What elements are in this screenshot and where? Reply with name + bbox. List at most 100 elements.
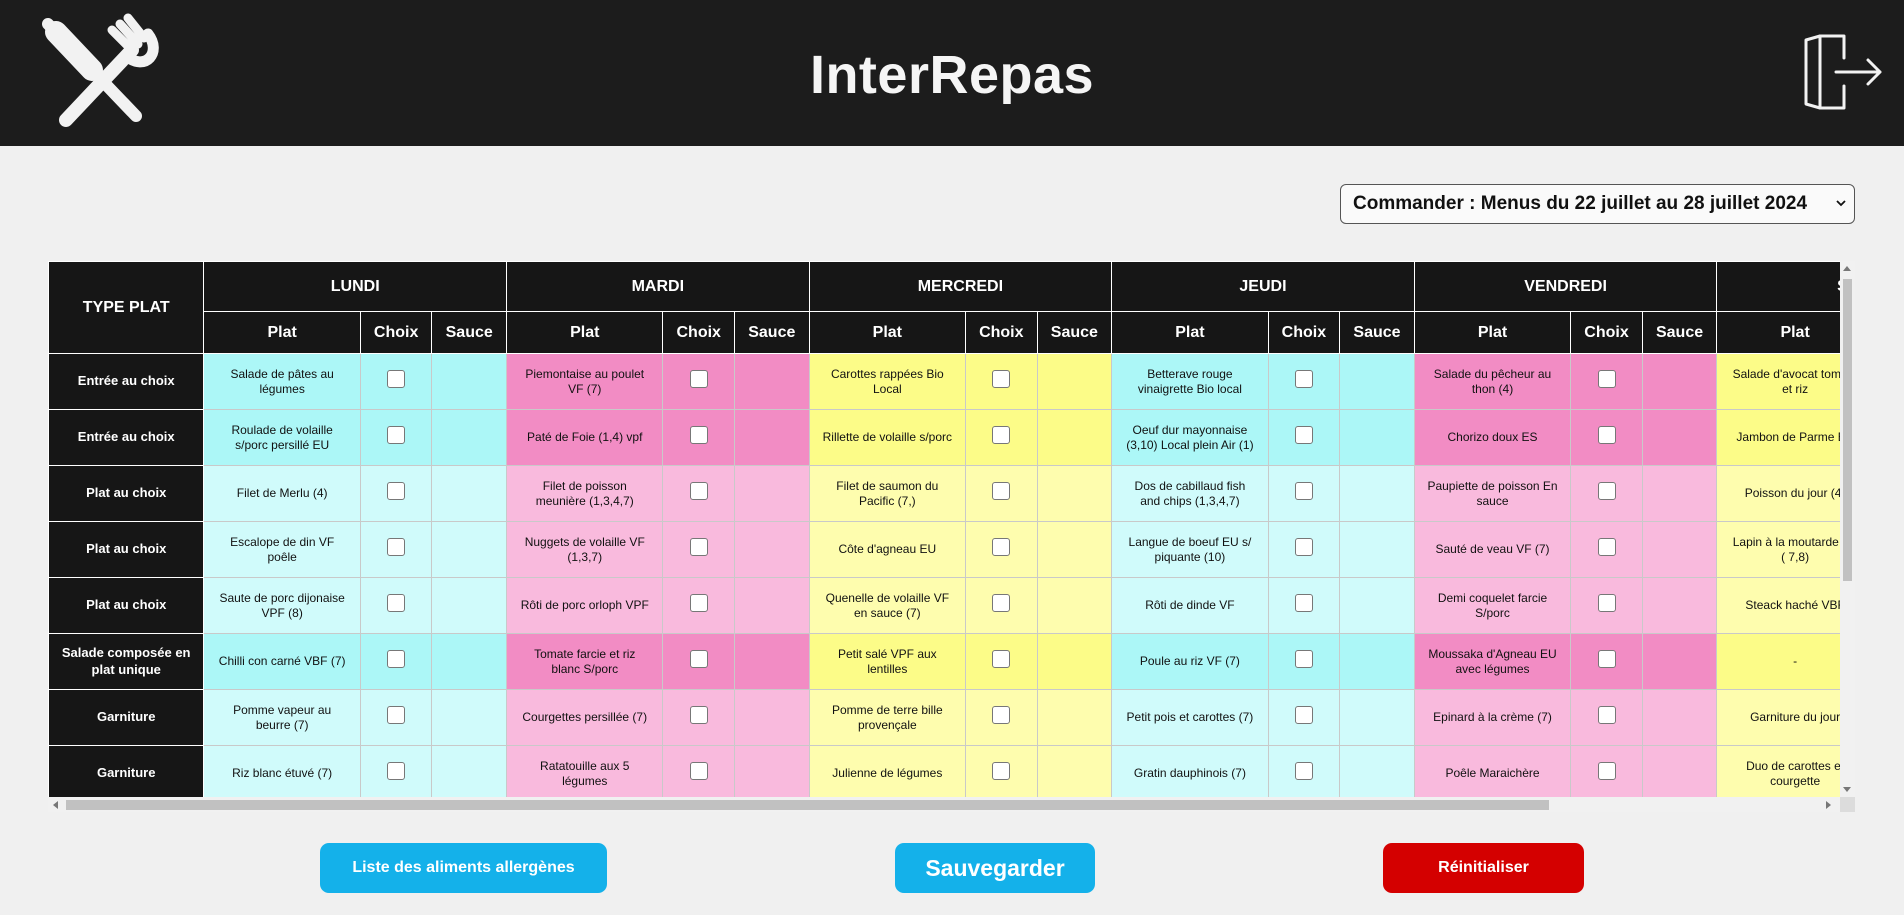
- sauce-cell[interactable]: [733, 353, 810, 410]
- choice-checkbox[interactable]: [992, 706, 1011, 724]
- sauce-cell[interactable]: [733, 409, 810, 466]
- save-button[interactable]: Sauvegarder: [895, 843, 1095, 893]
- sauce-cell[interactable]: [1641, 745, 1718, 797]
- choice-checkbox[interactable]: [1294, 706, 1313, 724]
- dish-cell: Paupiette de poisson En sauce: [1413, 465, 1572, 522]
- choice-checkbox[interactable]: [689, 706, 708, 724]
- choice-checkbox[interactable]: [1597, 538, 1616, 556]
- horizontal-scroll-thumb[interactable]: [66, 800, 1549, 810]
- sauce-cell[interactable]: [1036, 409, 1113, 466]
- sauce-cell[interactable]: [431, 689, 508, 746]
- choice-checkbox[interactable]: [689, 426, 708, 444]
- sauce-cell[interactable]: [1036, 465, 1113, 522]
- logout-icon[interactable]: [1800, 34, 1884, 110]
- choice-checkbox[interactable]: [1597, 426, 1616, 444]
- sauce-cell[interactable]: [1641, 577, 1718, 634]
- choice-checkbox[interactable]: [1597, 706, 1616, 724]
- sauce-cell[interactable]: [431, 745, 508, 797]
- week-select[interactable]: Commander : Menus du 22 juillet au 28 ju…: [1340, 184, 1855, 224]
- sauce-cell[interactable]: [733, 633, 810, 690]
- sauce-cell[interactable]: [1339, 465, 1415, 522]
- choice-checkbox[interactable]: [689, 594, 708, 612]
- vertical-scroll-thumb[interactable]: [1843, 279, 1852, 581]
- choice-checkbox[interactable]: [1294, 370, 1313, 388]
- choice-checkbox[interactable]: [992, 762, 1011, 780]
- vertical-scrollbar[interactable]: [1840, 261, 1855, 797]
- sauce-cell[interactable]: [431, 633, 508, 690]
- choice-checkbox[interactable]: [689, 762, 708, 780]
- choice-checkbox[interactable]: [689, 370, 708, 388]
- sauce-cell[interactable]: [1036, 521, 1113, 578]
- choice-checkbox[interactable]: [387, 762, 406, 780]
- sauce-cell[interactable]: [1036, 353, 1113, 410]
- choice-checkbox[interactable]: [1294, 650, 1313, 668]
- table-row: Garniture Pomme vapeur au beurre (7) Courg…: [48, 689, 1840, 746]
- sauce-cell[interactable]: [1641, 521, 1718, 578]
- choice-checkbox[interactable]: [1597, 594, 1616, 612]
- choice-checkbox[interactable]: [1597, 482, 1616, 500]
- sauce-cell[interactable]: [431, 521, 508, 578]
- column-header-plat: Plat: [1716, 311, 1840, 354]
- scroll-down-arrow-icon[interactable]: [1843, 787, 1851, 792]
- scroll-left-arrow-icon[interactable]: [53, 801, 58, 809]
- sauce-cell[interactable]: [1339, 745, 1415, 797]
- dish-cell: Sauté de veau VF (7): [1413, 521, 1572, 578]
- sauce-cell[interactable]: [1339, 353, 1415, 410]
- sauce-cell[interactable]: [1641, 465, 1718, 522]
- dish-cell: Poisson du jour (4): [1716, 465, 1840, 522]
- choice-checkbox[interactable]: [1294, 426, 1313, 444]
- sauce-cell[interactable]: [431, 577, 508, 634]
- choice-checkbox[interactable]: [689, 482, 708, 500]
- choice-checkbox[interactable]: [992, 594, 1011, 612]
- choice-checkbox[interactable]: [387, 538, 406, 556]
- choice-checkbox[interactable]: [387, 482, 406, 500]
- sauce-cell[interactable]: [431, 353, 508, 410]
- choice-checkbox[interactable]: [1294, 594, 1313, 612]
- sauce-cell[interactable]: [431, 465, 508, 522]
- sauce-cell[interactable]: [1339, 689, 1415, 746]
- choice-checkbox[interactable]: [689, 538, 708, 556]
- sauce-cell[interactable]: [1036, 633, 1113, 690]
- choice-checkbox[interactable]: [1294, 762, 1313, 780]
- sauce-cell[interactable]: [1641, 689, 1718, 746]
- scroll-up-arrow-icon[interactable]: [1843, 266, 1851, 271]
- choice-checkbox[interactable]: [1597, 370, 1616, 388]
- choice-checkbox[interactable]: [387, 426, 406, 444]
- sauce-cell[interactable]: [1036, 577, 1113, 634]
- choice-checkbox[interactable]: [992, 650, 1011, 668]
- horizontal-scrollbar[interactable]: [48, 797, 1840, 812]
- choice-checkbox[interactable]: [1597, 762, 1616, 780]
- choice-checkbox[interactable]: [992, 538, 1011, 556]
- sauce-cell[interactable]: [733, 465, 810, 522]
- sauce-cell[interactable]: [1641, 409, 1718, 466]
- sauce-cell[interactable]: [1339, 633, 1415, 690]
- choice-cell: [965, 689, 1038, 746]
- choice-checkbox[interactable]: [1294, 482, 1313, 500]
- choice-checkbox[interactable]: [1597, 650, 1616, 668]
- allergens-list-button[interactable]: Liste des aliments allergènes: [320, 843, 607, 893]
- sauce-cell[interactable]: [733, 521, 810, 578]
- sauce-cell[interactable]: [1036, 689, 1113, 746]
- sauce-cell[interactable]: [1641, 353, 1718, 410]
- sauce-cell[interactable]: [1339, 521, 1415, 578]
- choice-checkbox[interactable]: [992, 482, 1011, 500]
- scroll-right-arrow-icon[interactable]: [1826, 801, 1831, 809]
- choice-checkbox[interactable]: [992, 426, 1011, 444]
- choice-checkbox[interactable]: [992, 370, 1011, 388]
- choice-checkbox[interactable]: [387, 706, 406, 724]
- sauce-cell[interactable]: [431, 409, 508, 466]
- sauce-cell[interactable]: [733, 577, 810, 634]
- choice-checkbox[interactable]: [1294, 538, 1313, 556]
- choice-checkbox[interactable]: [387, 370, 406, 388]
- choice-checkbox[interactable]: [689, 650, 708, 668]
- choice-checkbox[interactable]: [387, 594, 406, 612]
- sauce-cell[interactable]: [1339, 409, 1415, 466]
- choice-cell: [359, 577, 433, 634]
- sauce-cell[interactable]: [1036, 745, 1113, 797]
- sauce-cell[interactable]: [1641, 633, 1718, 690]
- choice-checkbox[interactable]: [387, 650, 406, 668]
- sauce-cell[interactable]: [733, 745, 810, 797]
- sauce-cell[interactable]: [1339, 577, 1415, 634]
- sauce-cell[interactable]: [733, 689, 810, 746]
- reset-button[interactable]: Réinitialiser: [1383, 843, 1584, 893]
